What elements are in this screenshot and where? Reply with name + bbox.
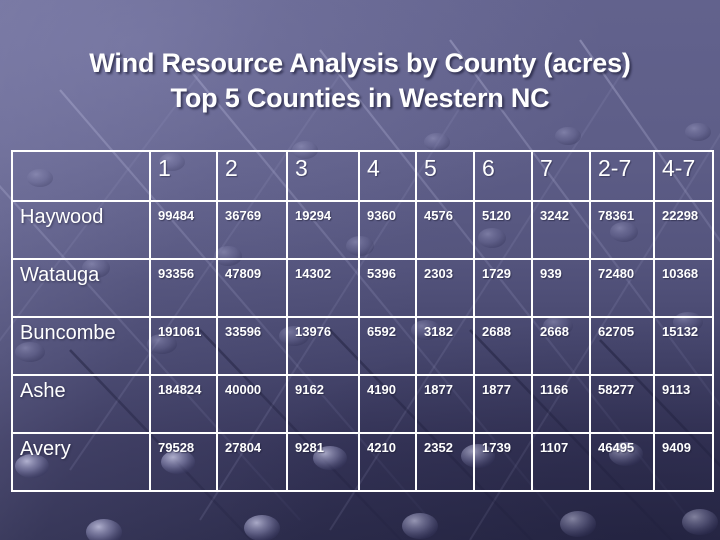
cell-haywood-7: 3242 <box>531 200 591 260</box>
cell-haywood-4: 9360 <box>358 200 417 260</box>
cell-buncombe-4: 6592 <box>358 316 417 376</box>
cell-watauga-7: 939 <box>531 258 591 318</box>
column-header-6: 6 <box>473 150 533 202</box>
cell-ashe-5: 1877 <box>415 374 475 434</box>
cell-ashe-7: 1166 <box>531 374 591 434</box>
cell-buncombe-4-7: 15132 <box>653 316 714 376</box>
cell-avery-7: 1107 <box>531 432 591 492</box>
table-row: Haywood 99484 36769 19294 9360 4576 5120… <box>11 200 714 260</box>
cell-buncombe-7: 2668 <box>531 316 591 376</box>
table-row: Watauga 93356 47809 14302 5396 2303 1729… <box>11 258 714 318</box>
cell-avery-4-7: 9409 <box>653 432 714 492</box>
table-row: Avery 79528 27804 9281 4210 2352 1739 11… <box>11 432 714 492</box>
cell-haywood-6: 5120 <box>473 200 533 260</box>
cell-avery-3: 9281 <box>286 432 360 492</box>
cell-avery-4: 4210 <box>358 432 417 492</box>
cell-haywood-4-7: 22298 <box>653 200 714 260</box>
column-header-1: 1 <box>149 150 218 202</box>
cell-buncombe-1: 191061 <box>149 316 218 376</box>
cell-ashe-2: 40000 <box>216 374 288 434</box>
column-header-4-7: 4-7 <box>653 150 714 202</box>
cell-haywood-3: 19294 <box>286 200 360 260</box>
cell-haywood-2: 36769 <box>216 200 288 260</box>
row-label-ashe: Ashe <box>11 374 151 434</box>
column-header-2: 2 <box>216 150 288 202</box>
column-header-3: 3 <box>286 150 360 202</box>
cell-ashe-4: 4190 <box>358 374 417 434</box>
cell-haywood-5: 4576 <box>415 200 475 260</box>
column-header-4: 4 <box>358 150 417 202</box>
table-header-row: 1 2 3 4 5 6 7 2-7 4-7 <box>11 150 714 202</box>
title-line-1: Wind Resource Analysis by County (acres) <box>89 48 631 78</box>
column-header-7: 7 <box>531 150 591 202</box>
cell-ashe-4-7: 9113 <box>653 374 714 434</box>
slide-title: Wind Resource Analysis by County (acres)… <box>0 46 720 116</box>
row-label-buncombe: Buncombe <box>11 316 151 376</box>
cell-ashe-6: 1877 <box>473 374 533 434</box>
cell-ashe-3: 9162 <box>286 374 360 434</box>
cell-haywood-2-7: 78361 <box>589 200 655 260</box>
cell-haywood-1: 99484 <box>149 200 218 260</box>
cell-avery-5: 2352 <box>415 432 475 492</box>
cell-avery-2-7: 46495 <box>589 432 655 492</box>
cell-buncombe-3: 13976 <box>286 316 360 376</box>
table-row: Buncombe 191061 33596 13976 6592 3182 26… <box>11 316 714 376</box>
cell-buncombe-6: 2688 <box>473 316 533 376</box>
cell-watauga-6: 1729 <box>473 258 533 318</box>
cell-avery-1: 79528 <box>149 432 218 492</box>
table-corner-cell <box>11 150 151 202</box>
cell-watauga-4-7: 10368 <box>653 258 714 318</box>
title-line-2: Top 5 Counties in Western NC <box>170 83 550 113</box>
column-header-5: 5 <box>415 150 475 202</box>
cell-watauga-2: 47809 <box>216 258 288 318</box>
cell-watauga-1: 93356 <box>149 258 218 318</box>
cell-ashe-1: 184824 <box>149 374 218 434</box>
cell-avery-2: 27804 <box>216 432 288 492</box>
wind-resource-table: 1 2 3 4 5 6 7 2-7 4-7 Haywood 99484 3676… <box>11 150 714 492</box>
cell-watauga-2-7: 72480 <box>589 258 655 318</box>
row-label-avery: Avery <box>11 432 151 492</box>
cell-buncombe-2-7: 62705 <box>589 316 655 376</box>
row-label-haywood: Haywood <box>11 200 151 260</box>
table-row: Ashe 184824 40000 9162 4190 1877 1877 11… <box>11 374 714 434</box>
cell-watauga-3: 14302 <box>286 258 360 318</box>
column-header-2-7: 2-7 <box>589 150 655 202</box>
cell-watauga-5: 2303 <box>415 258 475 318</box>
cell-buncombe-5: 3182 <box>415 316 475 376</box>
cell-buncombe-2: 33596 <box>216 316 288 376</box>
cell-avery-6: 1739 <box>473 432 533 492</box>
cell-ashe-2-7: 58277 <box>589 374 655 434</box>
row-label-watauga: Watauga <box>11 258 151 318</box>
cell-watauga-4: 5396 <box>358 258 417 318</box>
slide-canvas: Wind Resource Analysis by County (acres)… <box>0 0 720 540</box>
